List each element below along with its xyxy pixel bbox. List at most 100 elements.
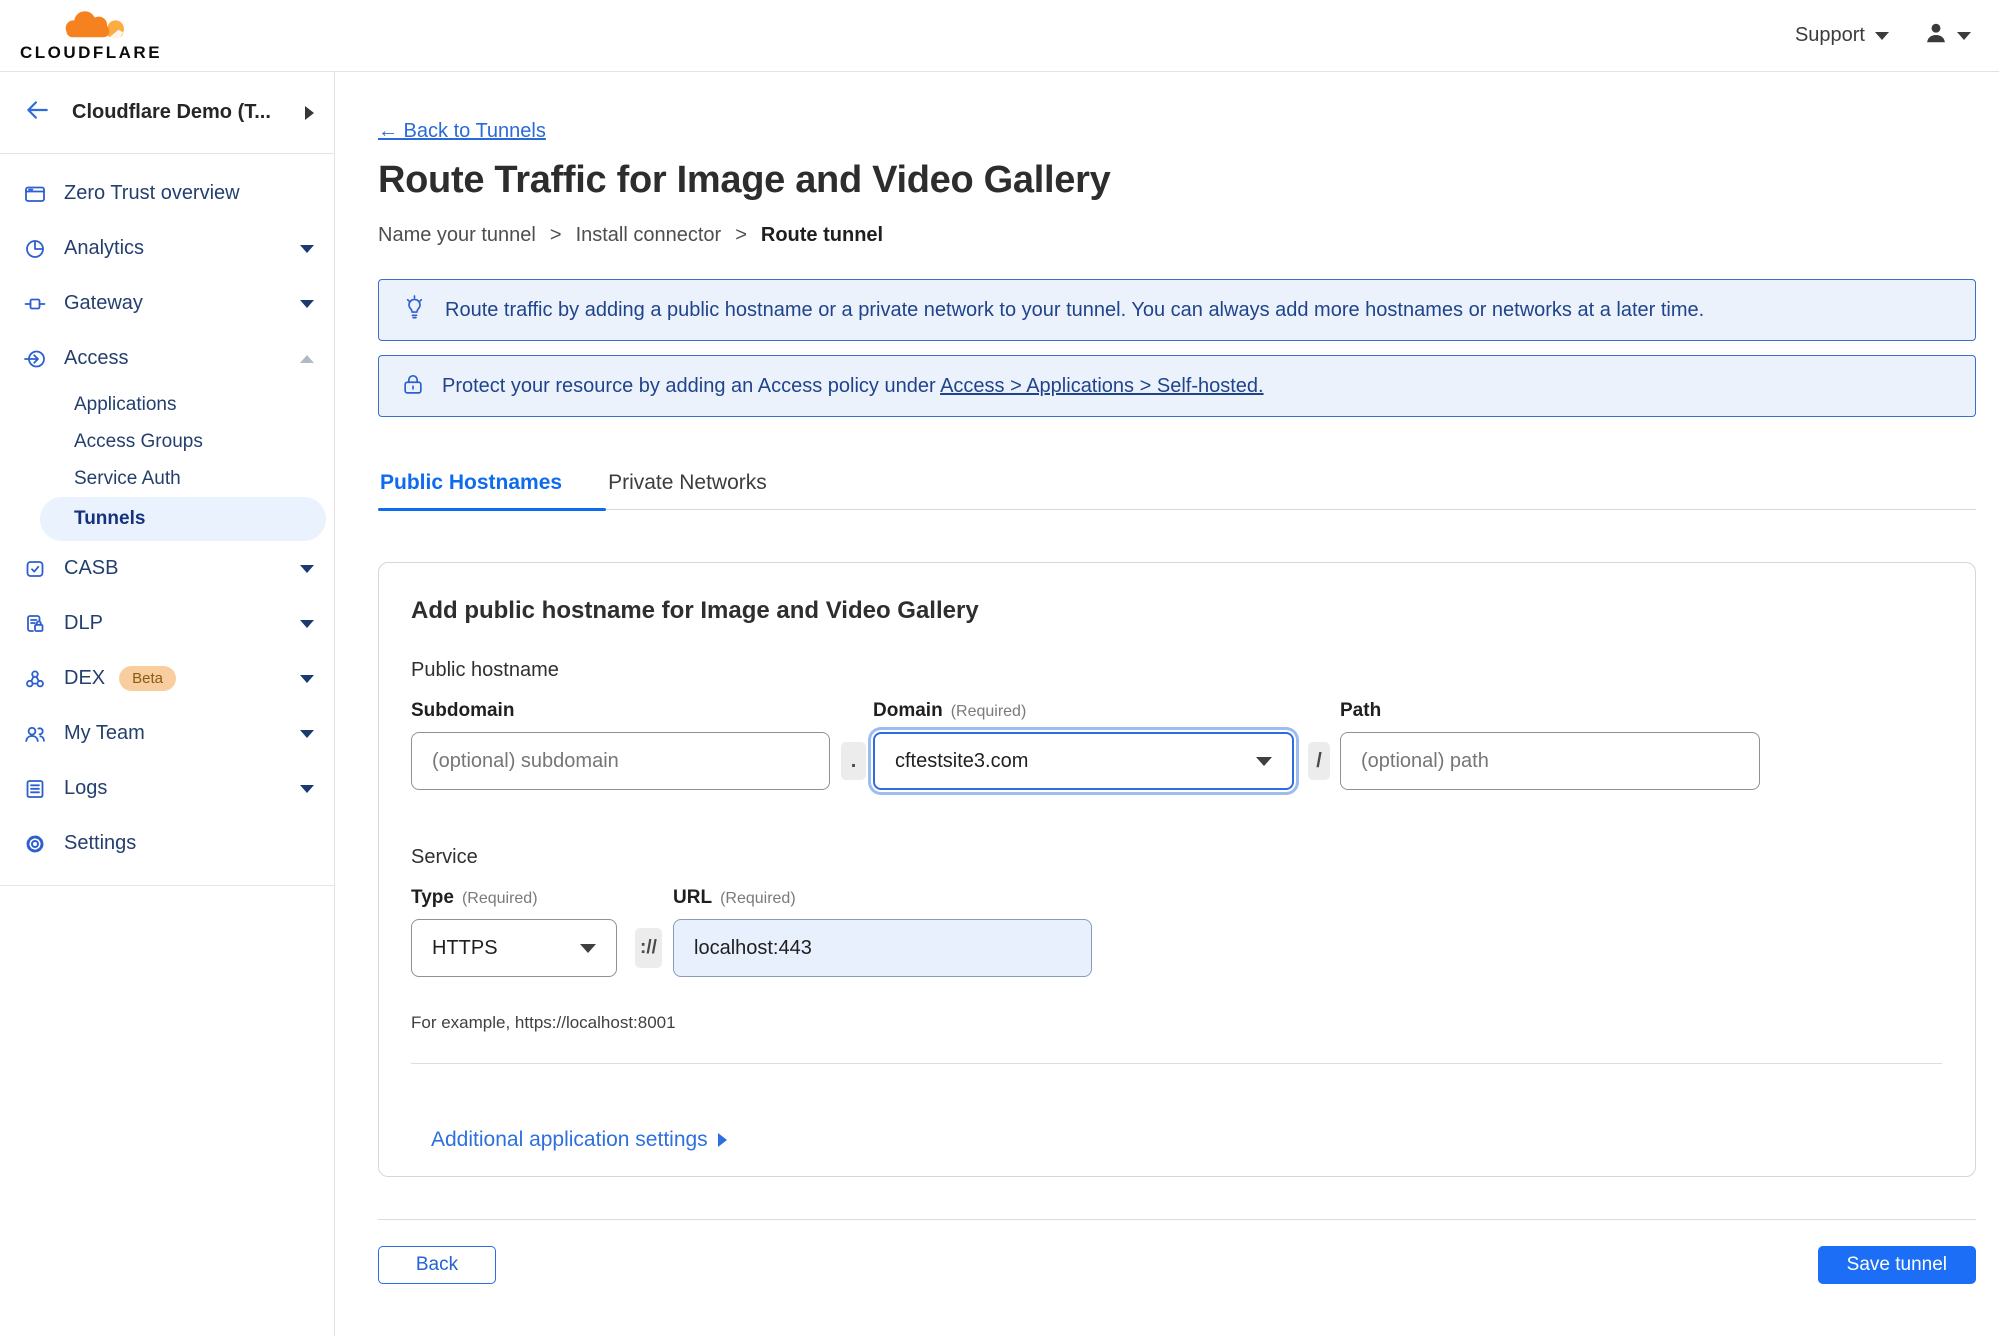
team-people-icon xyxy=(23,722,47,746)
chevron-down-icon xyxy=(300,299,314,308)
dlp-document-lock-icon xyxy=(23,612,47,636)
domain-group: Domain (Required) cftestsite3.com xyxy=(873,700,1294,790)
analytics-pie-icon xyxy=(23,237,47,261)
account-name: Cloudflare Demo (T... xyxy=(72,101,271,123)
service-type-value: HTTPS xyxy=(432,936,498,959)
subdomain-label: Subdomain xyxy=(411,700,515,721)
casb-check-icon xyxy=(23,557,47,581)
chevron-down-icon xyxy=(1957,31,1971,40)
footer-actions: Back Save tunnel xyxy=(378,1246,1976,1284)
sidebar-item-analytics[interactable]: Analytics xyxy=(0,221,334,276)
cloudflare-logo[interactable]: CLOUDFLARE xyxy=(16,8,166,63)
subdomain-input[interactable] xyxy=(411,732,830,790)
domain-select-value: cftestsite3.com xyxy=(895,749,1029,772)
back-to-tunnels-link[interactable]: ← Back to Tunnels xyxy=(378,120,546,143)
banner-text: Route traffic by adding a public hostnam… xyxy=(445,298,1705,321)
lightbulb-icon xyxy=(401,295,428,325)
page: CLOUDFLARE Support Cloudflare Demo (T...… xyxy=(0,0,1999,1336)
service-field-row: Type (Required) HTTPS :// URL (Required) xyxy=(411,887,1942,977)
sidebar-item-label: Settings xyxy=(64,832,137,854)
type-group: Type (Required) HTTPS xyxy=(411,887,617,977)
chevron-down-icon xyxy=(300,674,314,683)
back-button[interactable]: Back xyxy=(378,1246,496,1284)
path-label: Path xyxy=(1340,700,1382,721)
sidebar-item-label: Access Groups xyxy=(74,430,203,452)
service-type-select[interactable]: HTTPS xyxy=(411,919,617,977)
url-example-hint: For example, https://localhost:8001 xyxy=(411,1013,676,1032)
tab-private-networks[interactable]: Private Networks xyxy=(606,471,811,509)
sidebar-item-zero-trust-overview[interactable]: Zero Trust overview xyxy=(0,166,334,221)
breadcrumb: Name your tunnel > Install connector > R… xyxy=(378,224,1976,247)
sidebar-item-label: DEX xyxy=(64,667,106,689)
sidebar-item-label: Service Auth xyxy=(74,467,181,489)
user-menu[interactable] xyxy=(1923,20,1971,51)
tab-bar: Public Hostnames Private Networks xyxy=(378,471,1976,511)
access-applications-self-hosted-link[interactable]: Access > Applications > Self-hosted. xyxy=(940,375,1264,397)
sidebar-item-label: Access xyxy=(64,347,129,369)
sidebar-item-casb[interactable]: CASB xyxy=(0,541,334,596)
subdomain-group: Subdomain xyxy=(411,700,830,790)
sidebar-item-dex[interactable]: DEX Beta xyxy=(0,651,334,706)
breadcrumb-step-install-connector[interactable]: Install connector xyxy=(576,224,722,247)
gear-icon xyxy=(23,832,47,856)
page-title: Route Traffic for Image and Video Galler… xyxy=(378,159,1111,201)
chevron-right-icon[interactable] xyxy=(305,105,314,120)
chevron-down-icon xyxy=(300,564,314,573)
domain-required-tag: (Required) xyxy=(950,703,1027,720)
cloudflare-cloud-icon xyxy=(45,8,137,47)
dot-separator: . xyxy=(841,742,866,780)
url-label-text: URL xyxy=(673,887,713,908)
sidebar-item-logs[interactable]: Logs xyxy=(0,761,334,816)
type-label-text: Type xyxy=(411,887,454,908)
support-label: Support xyxy=(1794,24,1865,46)
sidebar-item-label: Analytics xyxy=(64,237,145,259)
additional-settings-label: Additional application settings xyxy=(431,1128,708,1151)
sidebar-item-my-team[interactable]: My Team xyxy=(0,706,334,761)
public-hostname-group-label: Public hostname xyxy=(411,659,559,681)
sidebar-item-label: Applications xyxy=(74,393,177,415)
breadcrumb-separator: > xyxy=(735,224,747,246)
type-label: Type (Required) xyxy=(411,887,617,909)
chevron-down-icon xyxy=(300,784,314,793)
sidebar-item-label: My Team xyxy=(64,722,145,744)
sidebar-item-service-auth[interactable]: Service Auth xyxy=(0,460,334,497)
card-heading: Add public hostname for Image and Video … xyxy=(411,597,979,624)
additional-application-settings-toggle[interactable]: Additional application settings xyxy=(431,1128,727,1152)
sidebar-item-access-groups[interactable]: Access Groups xyxy=(0,423,334,460)
sidebar-item-dlp[interactable]: DLP xyxy=(0,596,334,651)
access-policy-info-banner: Protect your resource by adding an Acces… xyxy=(378,355,1976,417)
browser-window-icon xyxy=(23,182,47,206)
sidebar-item-label: Zero Trust overview xyxy=(64,182,240,204)
service-url-input[interactable] xyxy=(673,919,1092,977)
sidebar-item-gateway[interactable]: Gateway xyxy=(0,276,334,331)
type-required-tag: (Required) xyxy=(461,890,538,907)
chevron-down-icon xyxy=(300,619,314,628)
dex-cluster-icon xyxy=(23,667,47,691)
main-content: ← Back to Tunnels Route Traffic for Imag… xyxy=(335,72,1999,1336)
path-group: Path xyxy=(1340,700,1760,790)
service-group-label: Service xyxy=(411,846,478,868)
breadcrumb-step-name-your-tunnel[interactable]: Name your tunnel xyxy=(378,224,536,247)
save-tunnel-button[interactable]: Save tunnel xyxy=(1817,1246,1976,1284)
sidebar-divider xyxy=(0,885,334,886)
domain-label-text: Domain xyxy=(873,700,943,721)
sidebar-item-access[interactable]: Access xyxy=(0,331,334,386)
account-switcher[interactable]: Cloudflare Demo (T... xyxy=(0,72,334,154)
chevron-down-icon xyxy=(300,729,314,738)
topbar-right: Support xyxy=(1795,20,1971,51)
domain-select[interactable]: cftestsite3.com xyxy=(873,732,1294,790)
sidebar-item-settings[interactable]: Settings xyxy=(0,816,334,871)
sidebar-item-applications[interactable]: Applications xyxy=(0,386,334,423)
sidebar-item-label: CASB xyxy=(64,557,119,579)
hostname-field-row: Subdomain . Domain (Required) cftestsite3… xyxy=(411,700,1942,790)
top-bar: CLOUDFLARE Support xyxy=(0,0,1999,72)
arrow-left-icon[interactable] xyxy=(24,97,50,128)
tab-public-hostnames[interactable]: Public Hostnames xyxy=(378,471,607,511)
route-traffic-info-banner: Route traffic by adding a public hostnam… xyxy=(378,279,1976,341)
support-menu[interactable]: Support xyxy=(1795,24,1889,47)
sidebar-item-tunnels[interactable]: Tunnels xyxy=(40,497,326,541)
domain-label: Domain (Required) xyxy=(873,700,1294,722)
beta-badge: Beta xyxy=(119,666,176,691)
path-input[interactable] xyxy=(1340,732,1760,790)
lock-icon xyxy=(401,372,425,400)
